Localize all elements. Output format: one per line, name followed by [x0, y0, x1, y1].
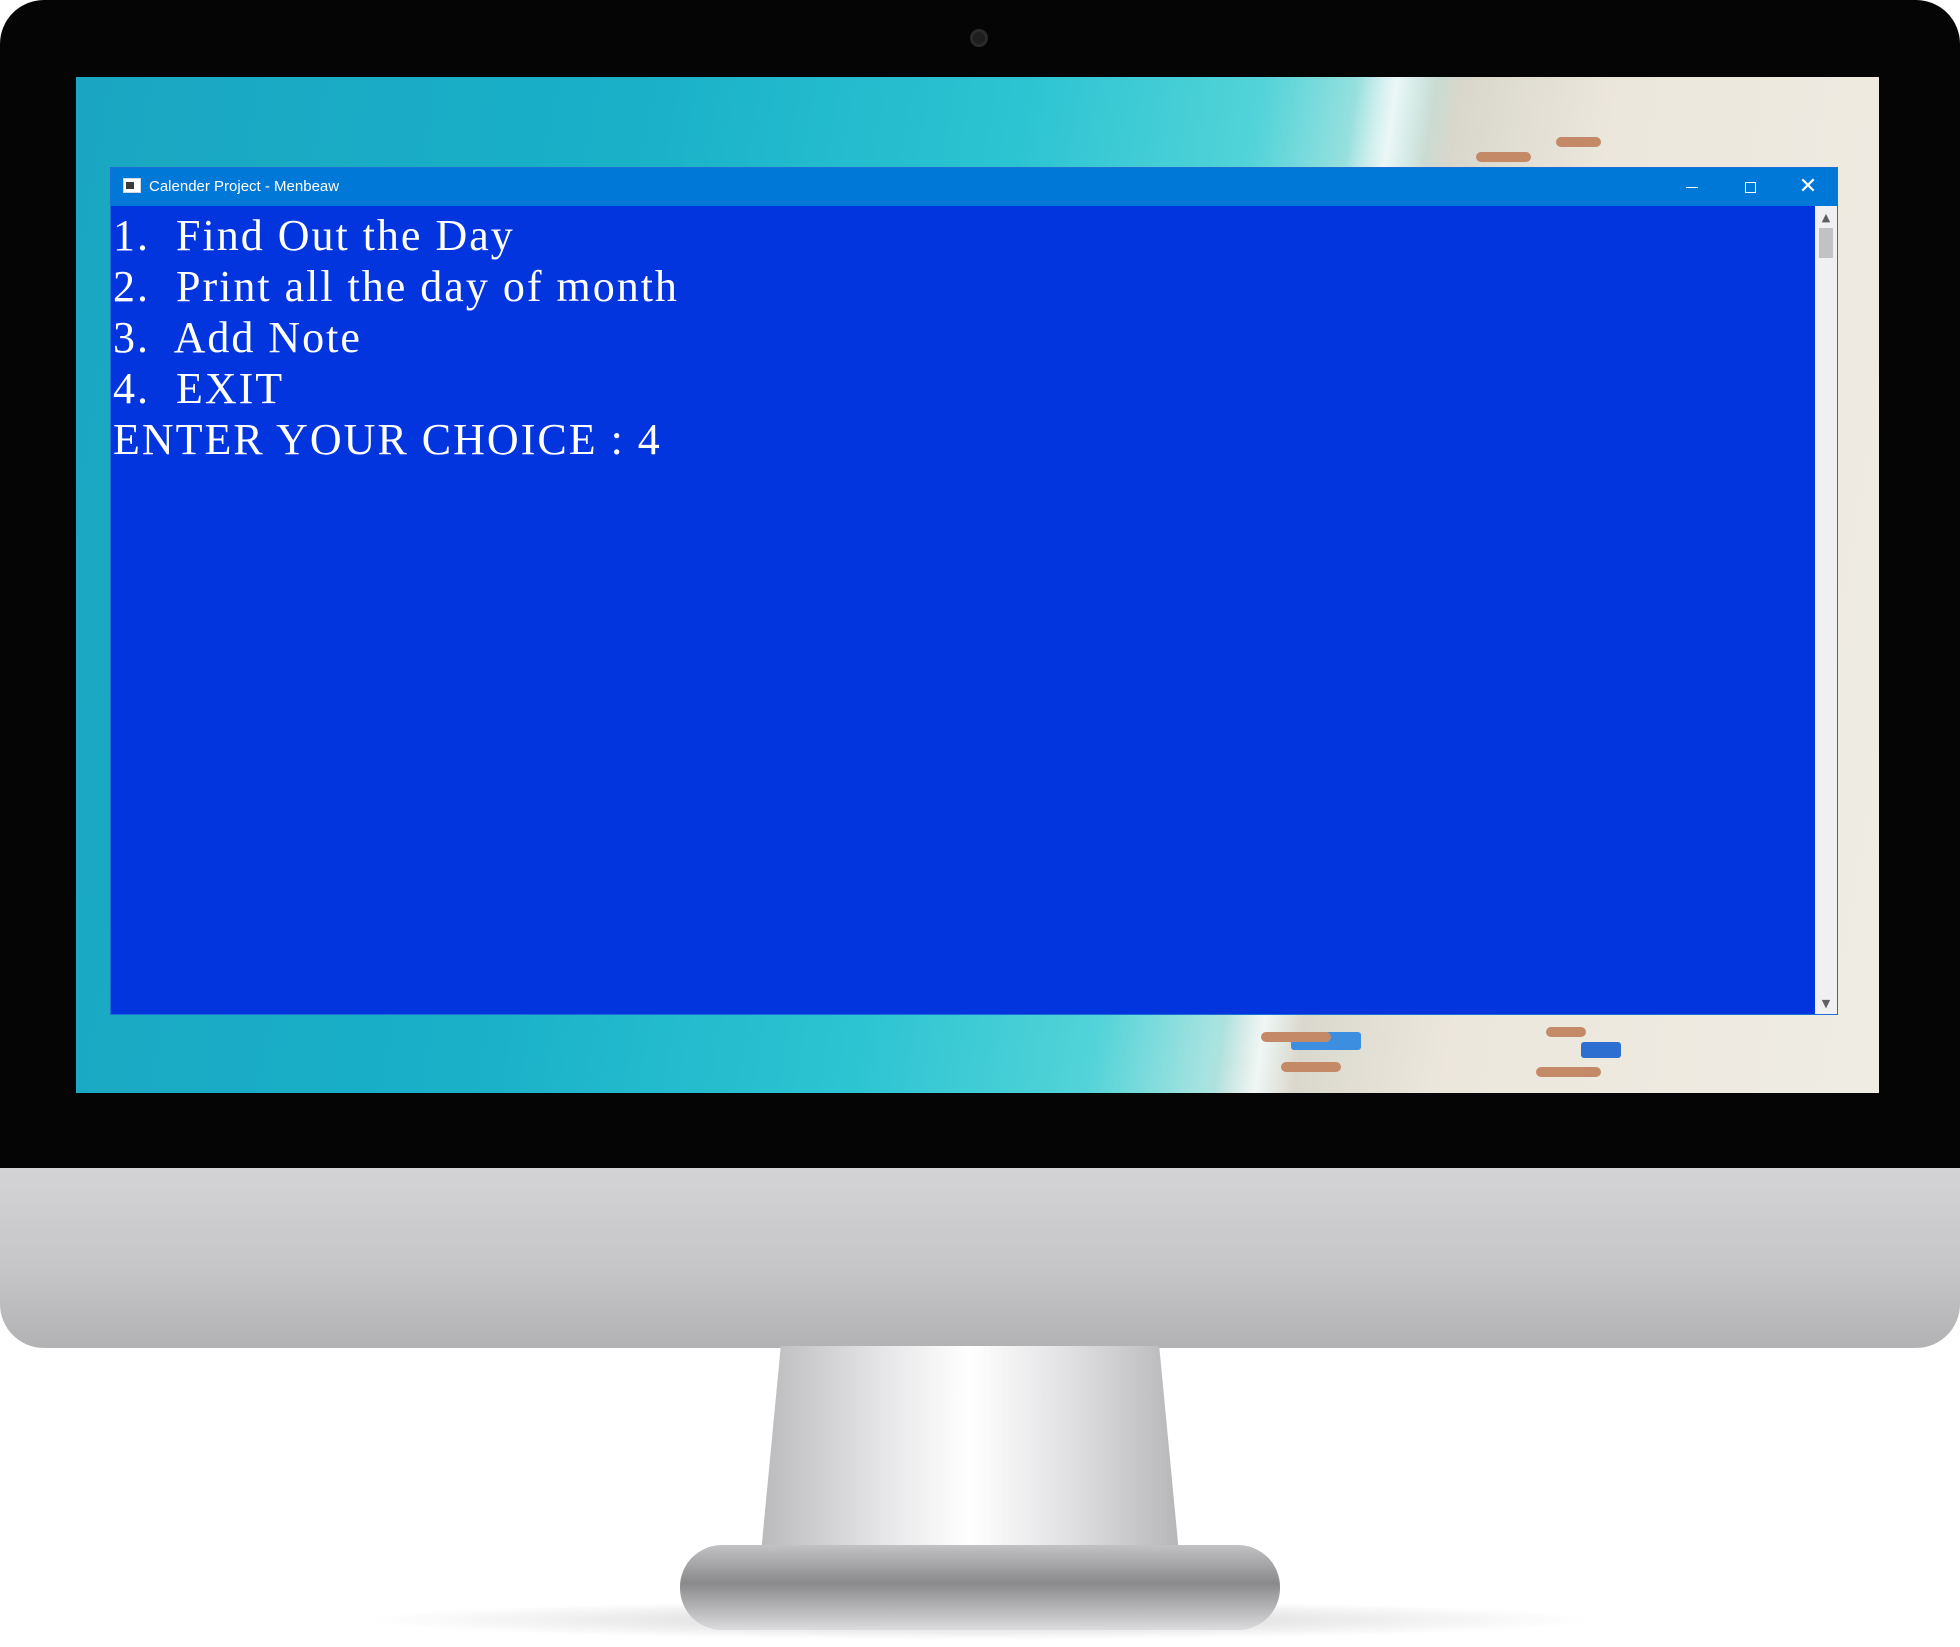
- maximize-icon: [1744, 181, 1756, 193]
- close-icon: ✕: [1798, 174, 1818, 199]
- vertical-scrollbar[interactable]: ▲ ▼: [1815, 206, 1837, 1014]
- console-app-icon[interactable]: [123, 178, 141, 193]
- minimize-icon: [1686, 186, 1698, 188]
- maximize-button[interactable]: [1721, 168, 1779, 206]
- wallpaper-sunbather: [1281, 1062, 1341, 1072]
- wallpaper-sunbather: [1476, 152, 1531, 162]
- monitor-chin: [0, 1168, 1960, 1348]
- scroll-down-button[interactable]: ▼: [1815, 992, 1837, 1014]
- wallpaper-sunbather: [1556, 137, 1601, 147]
- wallpaper-sunbather: [1261, 1032, 1331, 1042]
- wallpaper-sunbather: [1536, 1067, 1601, 1077]
- choice-prompt: ENTER YOUR CHOICE : 4: [113, 415, 662, 464]
- menu-option-print-month: 2. Print all the day of month: [113, 262, 679, 311]
- chevron-down-icon: ▼: [1821, 996, 1831, 1010]
- window-titlebar[interactable]: Calender Project - Menbeaw ✕: [111, 168, 1837, 206]
- console-window[interactable]: Calender Project - Menbeaw ✕ 1. Find Out…: [111, 168, 1837, 1014]
- scroll-up-button[interactable]: ▲: [1815, 206, 1837, 228]
- monitor-stand-base: [680, 1545, 1280, 1630]
- menu-option-add-note: 3. Add Note: [113, 313, 362, 362]
- close-button[interactable]: ✕: [1779, 168, 1837, 206]
- wallpaper-sunbather: [1546, 1027, 1586, 1037]
- wallpaper-towel: [1581, 1042, 1621, 1058]
- console-output[interactable]: 1. Find Out the Day 2. Print all the day…: [113, 210, 1803, 1010]
- menu-option-find-day: 1. Find Out the Day: [113, 211, 515, 260]
- chevron-up-icon: ▲: [1821, 210, 1831, 224]
- menu-option-exit: 4. EXIT: [113, 364, 285, 413]
- camera-icon: [970, 29, 988, 47]
- window-title: Calender Project - Menbeaw: [149, 178, 340, 195]
- minimize-button[interactable]: [1663, 168, 1721, 206]
- scroll-thumb[interactable]: [1819, 228, 1833, 258]
